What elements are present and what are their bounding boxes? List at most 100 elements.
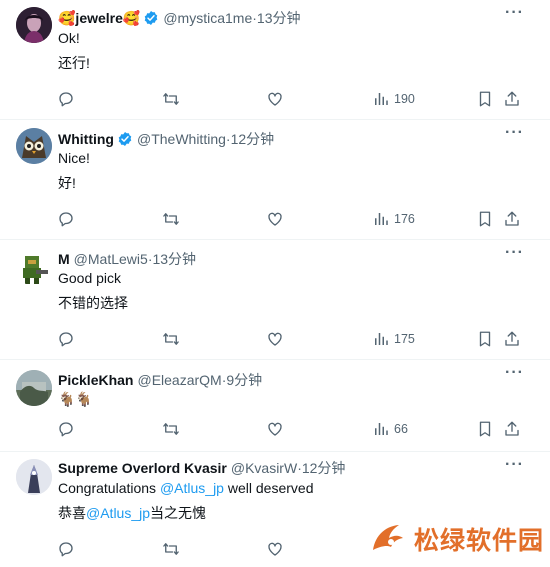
author-name[interactable]: M xyxy=(58,250,70,268)
more-options-icon[interactable]: ··· xyxy=(505,244,524,262)
timestamp[interactable]: 12分钟 xyxy=(231,130,275,148)
retweet-button[interactable] xyxy=(162,209,180,229)
share-icon xyxy=(503,210,521,228)
views-button[interactable]: 190 xyxy=(372,89,415,109)
text-segment: Congratulations xyxy=(58,480,160,496)
watermark-text: 松绿软件园 xyxy=(414,527,545,555)
more-options-icon[interactable]: ··· xyxy=(505,456,524,474)
bookmark-icon xyxy=(476,420,494,438)
view-count: 175 xyxy=(394,332,415,346)
retweet-button[interactable] xyxy=(162,89,180,109)
tweet-actions: 190 xyxy=(0,89,550,109)
verified-badge-icon xyxy=(117,131,133,147)
tweet[interactable]: 🥰jewelre🥰 @mystica1me · 13分钟 ··· Ok! 还行!… xyxy=(0,0,550,120)
retweet-icon xyxy=(162,420,180,438)
heart-icon xyxy=(266,420,284,438)
bookmark-button[interactable] xyxy=(476,419,494,439)
tweet[interactable]: M @MatLewi5 · 13分钟 ··· Good pick 不错的选择 1… xyxy=(0,240,550,360)
more-options-icon[interactable]: ··· xyxy=(505,364,524,382)
reply-icon xyxy=(57,210,75,228)
avatar[interactable] xyxy=(16,370,52,406)
tweet-translation: 恭喜@Atlus_jp当之无愧 xyxy=(58,504,206,522)
timestamp[interactable]: 13分钟 xyxy=(257,9,301,27)
heart-icon xyxy=(266,90,284,108)
avatar[interactable] xyxy=(16,7,52,43)
reply-button[interactable] xyxy=(57,539,75,559)
retweet-button[interactable] xyxy=(162,419,180,439)
share-button[interactable] xyxy=(503,329,521,349)
more-options-icon[interactable]: ··· xyxy=(505,4,524,22)
heart-icon xyxy=(266,330,284,348)
reply-button[interactable] xyxy=(57,329,75,349)
bookmark-icon xyxy=(476,210,494,228)
like-button[interactable] xyxy=(266,539,284,559)
author-handle[interactable]: @mystica1me xyxy=(163,9,252,27)
mention-link[interactable]: @Atlus_jp xyxy=(160,480,224,496)
tweet-translation: 还行! xyxy=(58,55,90,71)
bookmark-button[interactable] xyxy=(476,89,494,109)
tweet-text: Nice! xyxy=(58,150,90,166)
tweet[interactable]: PickleKhan @EleazarQM · 9分钟 ··· 🐐🐐 66 xyxy=(0,360,550,452)
tweet-text: Ok! xyxy=(58,30,80,46)
more-options-icon[interactable]: ··· xyxy=(505,124,524,142)
author-handle[interactable]: @EleazarQM xyxy=(137,371,221,389)
mention-link[interactable]: @Atlus_jp xyxy=(86,505,150,521)
share-button[interactable] xyxy=(503,89,521,109)
bar-chart-icon xyxy=(372,420,390,438)
author-name[interactable]: Supreme Overlord Kvasir xyxy=(58,459,227,477)
watermark-logo-icon xyxy=(373,525,403,550)
timestamp[interactable]: 12分钟 xyxy=(302,459,346,477)
author-handle[interactable]: @MatLewi5 xyxy=(74,250,148,268)
share-button[interactable] xyxy=(503,209,521,229)
retweet-button[interactable] xyxy=(162,329,180,349)
avatar[interactable] xyxy=(16,250,52,286)
reply-icon xyxy=(57,90,75,108)
like-button[interactable] xyxy=(266,89,284,109)
tweet[interactable]: Whitting @TheWhitting · 12分钟 ··· Nice! 好… xyxy=(0,120,550,240)
view-count: 190 xyxy=(394,92,415,106)
share-button[interactable] xyxy=(503,419,521,439)
tweet-text: Congratulations @Atlus_jp well deserved xyxy=(58,479,313,497)
retweet-icon xyxy=(162,90,180,108)
retweet-icon xyxy=(162,210,180,228)
bookmark-button[interactable] xyxy=(476,329,494,349)
views-button[interactable]: 66 xyxy=(372,419,408,439)
avatar[interactable] xyxy=(16,459,52,495)
bookmark-icon xyxy=(476,330,494,348)
tweet-translation: 不错的选择 xyxy=(58,295,128,311)
retweet-icon xyxy=(162,540,180,558)
heart-icon xyxy=(266,210,284,228)
like-button[interactable] xyxy=(266,209,284,229)
view-count: 176 xyxy=(394,212,415,226)
retweet-button[interactable] xyxy=(162,539,180,559)
like-button[interactable] xyxy=(266,329,284,349)
reply-icon xyxy=(57,540,75,558)
author-handle[interactable]: @TheWhitting xyxy=(137,130,226,148)
bar-chart-icon xyxy=(372,330,390,348)
author-name[interactable]: PickleKhan xyxy=(58,371,133,389)
bookmark-button[interactable] xyxy=(476,209,494,229)
timestamp[interactable]: 13分钟 xyxy=(152,250,196,268)
tweet-actions: 176 xyxy=(0,209,550,229)
author-handle[interactable]: @KvasirW xyxy=(231,459,297,477)
bar-chart-icon xyxy=(372,210,390,228)
watermark: 松绿软件园 xyxy=(370,520,544,558)
tweet-actions: 66 xyxy=(0,419,550,439)
author-name[interactable]: 🥰jewelre🥰 xyxy=(58,9,140,27)
reply-icon xyxy=(57,420,75,438)
tweet-actions: 175 xyxy=(0,329,550,349)
tweet-text: 🐐🐐 xyxy=(58,391,93,407)
text-segment: 当之无愧 xyxy=(150,505,207,521)
tweet-translation: 好! xyxy=(58,175,76,191)
reply-button[interactable] xyxy=(57,209,75,229)
like-button[interactable] xyxy=(266,419,284,439)
reply-button[interactable] xyxy=(57,419,75,439)
author-name[interactable]: Whitting xyxy=(58,130,114,148)
avatar[interactable] xyxy=(16,128,52,164)
reply-button[interactable] xyxy=(57,89,75,109)
share-icon xyxy=(503,90,521,108)
timestamp[interactable]: 9分钟 xyxy=(226,371,262,389)
share-icon xyxy=(503,420,521,438)
views-button[interactable]: 176 xyxy=(372,209,415,229)
views-button[interactable]: 175 xyxy=(372,329,415,349)
